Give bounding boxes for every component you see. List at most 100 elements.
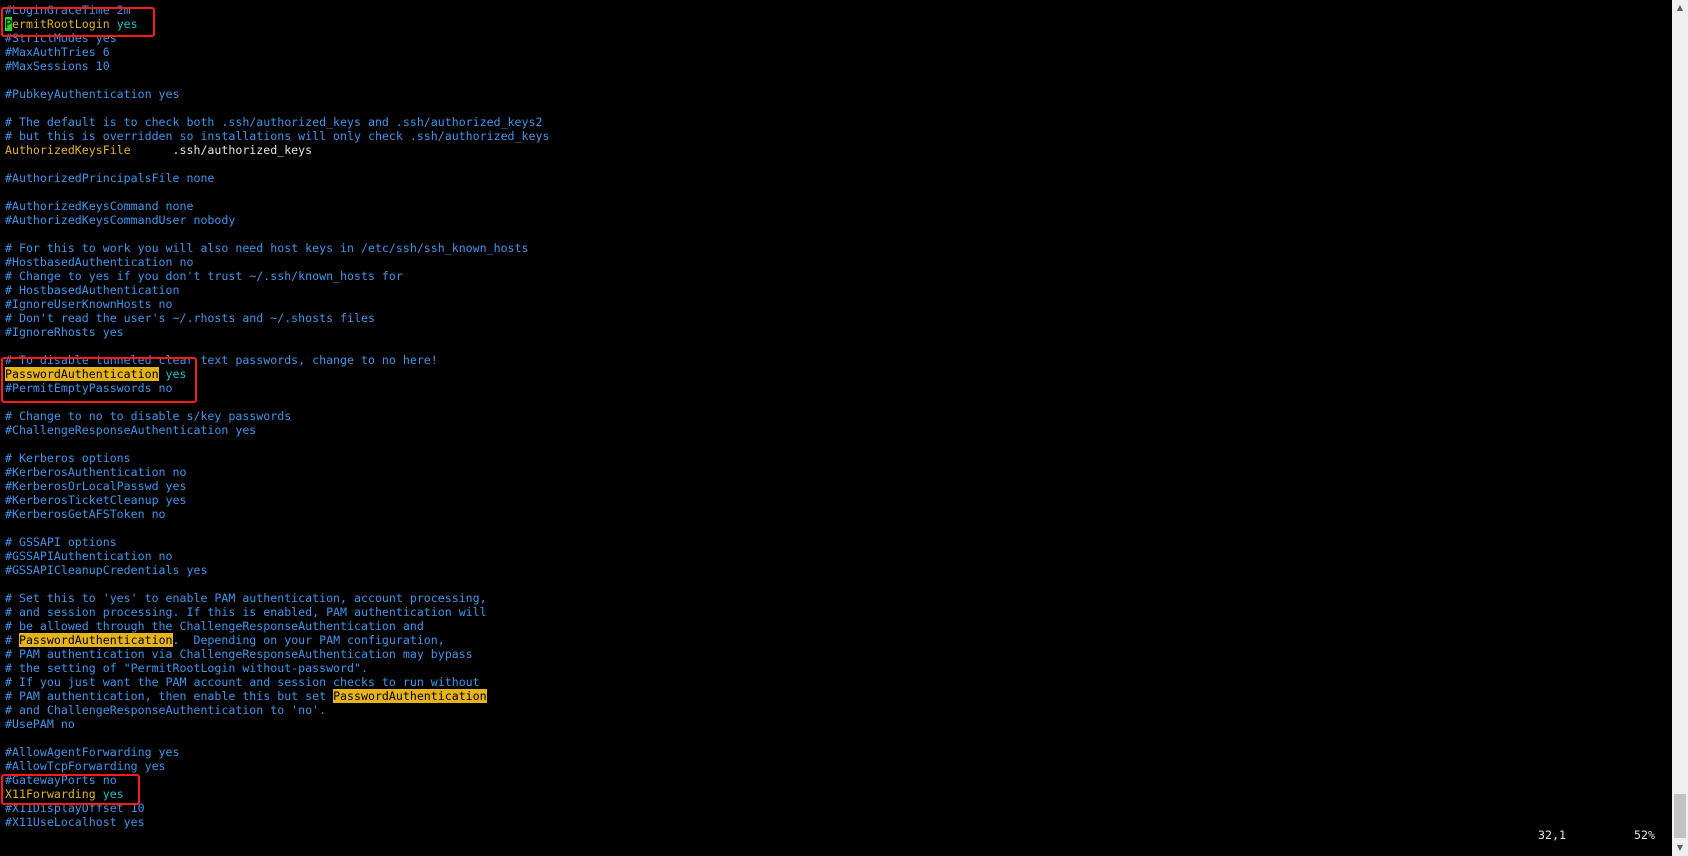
- code-segment: # Kerberos options: [5, 451, 131, 465]
- code-line: # The default is to check both .ssh/auth…: [5, 115, 549, 129]
- code-line: # Kerberos options: [5, 451, 549, 465]
- code-line: # and ChallengeResponseAuthentication to…: [5, 703, 549, 717]
- file-content[interactable]: #LoginGraceTime 2m PermitRootLogin yes #St…: [5, 3, 549, 829]
- code-line: #GSSAPIAuthentication no: [5, 549, 549, 563]
- code-segment: #PubkeyAuthentication yes: [5, 87, 180, 101]
- code-line: # be allowed through the ChallengeRespon…: [5, 619, 549, 633]
- code-line: # HostbasedAuthentication: [5, 283, 549, 297]
- code-line: # but this is overridden so installation…: [5, 129, 549, 143]
- code-segment: #AuthorizedKeysCommand none: [5, 199, 194, 213]
- code-segment: # GSSAPI options: [5, 535, 117, 549]
- code-line: #UsePAM no: [5, 717, 549, 731]
- code-segment: PasswordAuthentication: [333, 689, 487, 703]
- code-segment: .ssh/authorized_keys: [130, 143, 313, 157]
- code-segment: #KerberosTicketCleanup yes: [5, 493, 187, 507]
- code-segment: # The default is to check both .ssh/auth…: [5, 115, 543, 129]
- code-segment: #KerberosOrLocalPasswd yes: [5, 479, 187, 493]
- code-line: AuthorizedKeysFile .ssh/authorized_keys: [5, 143, 549, 157]
- code-segment: # Change to yes if you don't trust ~/.ss…: [5, 269, 403, 283]
- code-segment: #AuthorizedKeysCommandUser nobody: [5, 213, 236, 227]
- code-line: #MaxAuthTries 6: [5, 45, 549, 59]
- code-segment: # For this to work you will also need ho…: [5, 241, 529, 255]
- code-line: # Don't read the user's ~/.rhosts and ~/…: [5, 311, 549, 325]
- code-line: #ChallengeResponseAuthentication yes: [5, 423, 549, 437]
- code-segment: #AllowAgentForwarding yes: [5, 745, 180, 759]
- code-line: # Change to no to disable s/key password…: [5, 409, 549, 423]
- code-line: #AllowTcpForwarding yes: [5, 759, 549, 773]
- code-line: #HostbasedAuthentication no: [5, 255, 549, 269]
- triangle-down-icon[interactable]: ▼: [1672, 840, 1688, 856]
- scrollbar-thumb[interactable]: [1674, 794, 1686, 838]
- scroll-percentage: 52%: [1634, 828, 1655, 842]
- code-segment: # PAM authentication via ChallengeRespon…: [5, 647, 473, 661]
- code-line: # Set this to 'yes' to enable PAM authen…: [5, 591, 549, 605]
- code-segment: #KerberosAuthentication no: [5, 465, 187, 479]
- code-line: # PasswordAuthentication. Depending on y…: [5, 633, 549, 647]
- annotation-box-permitrootlogin: [1, 7, 155, 37]
- code-segment: # HostbasedAuthentication: [5, 283, 180, 297]
- code-segment: #GSSAPICleanupCredentials yes: [5, 563, 208, 577]
- code-segment: #AllowTcpForwarding yes: [5, 759, 166, 773]
- code-segment: #KerberosGetAFSToken no: [5, 507, 166, 521]
- code-segment: #IgnoreRhosts yes: [5, 325, 124, 339]
- annotation-box-passwordauthentication: [1, 357, 197, 403]
- code-segment: AuthorizedKeysFile: [5, 143, 131, 157]
- code-line: # PAM authentication via ChallengeRespon…: [5, 647, 549, 661]
- code-line: #KerberosGetAFSToken no: [5, 507, 549, 521]
- code-segment: PasswordAuthentication: [18, 633, 173, 647]
- code-segment: # Don't read the user's ~/.rhosts and ~/…: [5, 311, 375, 325]
- code-line: # the setting of "PermitRootLogin withou…: [5, 661, 549, 675]
- vim-status-line: 32,1 52%: [0, 824, 1672, 846]
- code-segment: #IgnoreUserKnownHosts no: [5, 297, 173, 311]
- code-segment: # Change to no to disable s/key password…: [5, 409, 292, 423]
- code-segment: #UsePAM no: [5, 717, 75, 731]
- vim-terminal[interactable]: #LoginGraceTime 2m PermitRootLogin yes #St…: [0, 0, 1672, 856]
- annotation-box-x11forwarding: [1, 774, 140, 805]
- code-line: # Change to yes if you don't trust ~/.ss…: [5, 269, 549, 283]
- code-line: #KerberosOrLocalPasswd yes: [5, 479, 549, 493]
- code-segment: # but this is overridden so installation…: [5, 129, 550, 143]
- code-segment: # and ChallengeResponseAuthentication to…: [5, 703, 327, 717]
- code-line: #KerberosAuthentication no: [5, 465, 549, 479]
- triangle-up-icon[interactable]: ▲: [1672, 0, 1688, 16]
- code-line: # GSSAPI options: [5, 535, 549, 549]
- code-segment: # Set this to 'yes' to enable PAM authen…: [5, 591, 487, 605]
- cursor-position: 32,1: [1538, 828, 1566, 842]
- code-line: #IgnoreRhosts yes: [5, 325, 549, 339]
- code-line: # PAM authentication, then enable this b…: [5, 689, 549, 703]
- code-segment: . Depending on your PAM configuration,: [172, 633, 445, 647]
- code-segment: # the setting of "PermitRootLogin withou…: [5, 661, 368, 675]
- vertical-scrollbar[interactable]: ▲ ▼: [1672, 0, 1688, 856]
- code-segment: # PAM authentication, then enable this b…: [5, 689, 334, 703]
- code-segment: #MaxSessions 10: [5, 59, 110, 73]
- code-line: #KerberosTicketCleanup yes: [5, 493, 549, 507]
- code-segment: #AuthorizedPrincipalsFile none: [5, 171, 215, 185]
- code-line: #PubkeyAuthentication yes: [5, 87, 549, 101]
- code-segment: # If you just want the PAM account and s…: [5, 675, 480, 689]
- code-segment: #: [5, 633, 19, 647]
- code-line: #IgnoreUserKnownHosts no: [5, 297, 549, 311]
- code-line: #GSSAPICleanupCredentials yes: [5, 563, 549, 577]
- code-segment: #ChallengeResponseAuthentication yes: [5, 423, 257, 437]
- code-segment: #GSSAPIAuthentication no: [5, 549, 173, 563]
- code-line: #AuthorizedPrincipalsFile none: [5, 171, 549, 185]
- code-segment: #HostbasedAuthentication no: [5, 255, 194, 269]
- code-segment: # be allowed through the ChallengeRespon…: [5, 619, 424, 633]
- code-line: #AuthorizedKeysCommand none: [5, 199, 549, 213]
- code-line: #AllowAgentForwarding yes: [5, 745, 549, 759]
- code-segment: # and session processing. If this is ena…: [5, 605, 487, 619]
- code-line: #AuthorizedKeysCommandUser nobody: [5, 213, 549, 227]
- code-line: #MaxSessions 10: [5, 59, 549, 73]
- code-line: # If you just want the PAM account and s…: [5, 675, 549, 689]
- code-segment: #MaxAuthTries 6: [5, 45, 110, 59]
